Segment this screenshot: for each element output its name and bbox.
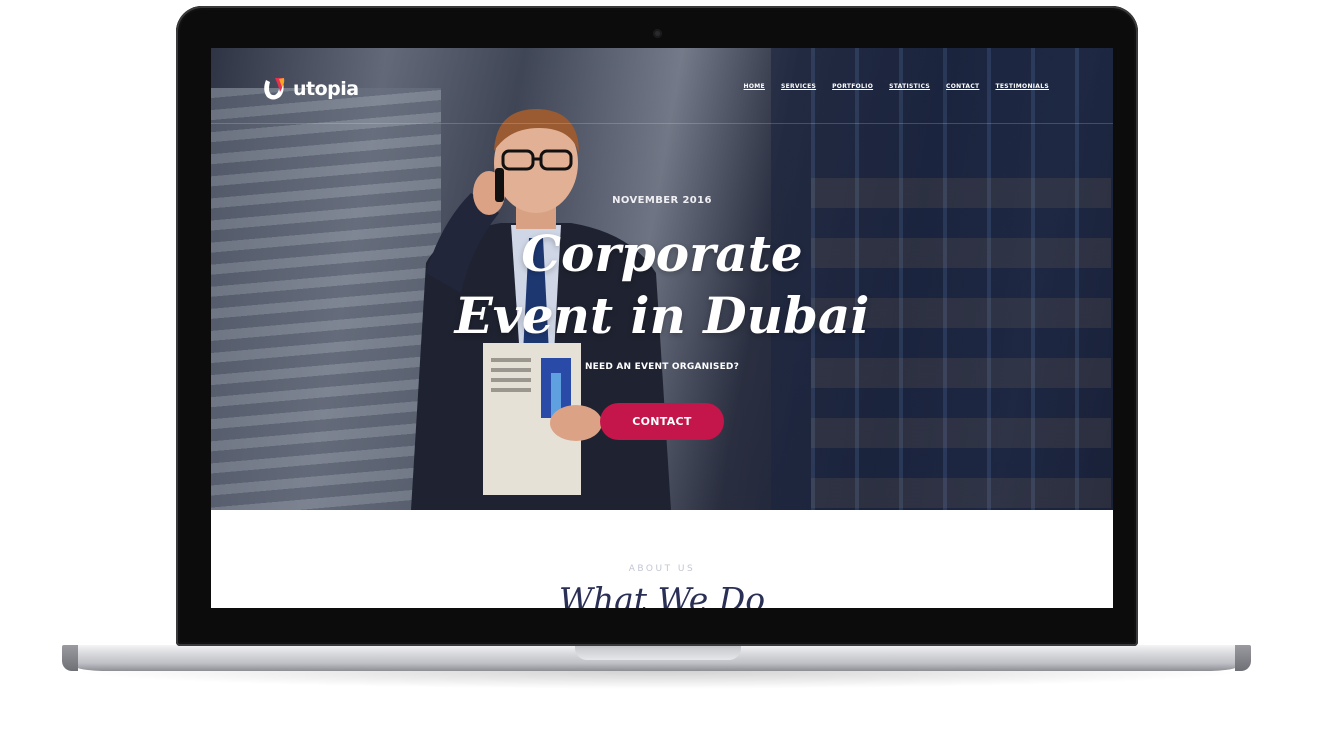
brand-logo[interactable]: utopia — [261, 76, 359, 102]
nav-statistics[interactable]: STATISTICS — [889, 83, 930, 90]
utopia-logo-mark-icon — [264, 78, 285, 100]
nav-contact[interactable]: CONTACT — [946, 83, 979, 90]
laptop-screen: utopia HOME SERVICES PORTFOLIO STATISTIC… — [211, 48, 1113, 608]
laptop-shadow — [70, 671, 1250, 689]
hero-title: Corporate Event in Dubai — [431, 223, 893, 347]
contact-button[interactable]: CONTACT — [600, 403, 724, 440]
top-navbar: utopia HOME SERVICES PORTFOLIO STATISTIC… — [211, 48, 1113, 124]
about-section: ABOUT US What We Do — [211, 510, 1113, 608]
nav-services[interactable]: SERVICES — [781, 83, 816, 90]
camera-icon — [653, 29, 662, 38]
hero-title-line-2: Event in Dubai — [454, 286, 870, 345]
nav-portfolio[interactable]: PORTFOLIO — [832, 83, 873, 90]
nav-testimonials[interactable]: TESTIMONIALS — [995, 83, 1049, 90]
laptop-base-edge-right — [1235, 645, 1251, 671]
brand-name: utopia — [293, 78, 359, 100]
hero-date: NOVEMBER 2016 — [612, 195, 712, 206]
about-title: What We Do — [558, 580, 766, 608]
about-label: ABOUT US — [628, 564, 696, 574]
laptop-base-edge-left — [62, 645, 78, 671]
hero-subtitle: NEED AN EVENT ORGANISED? — [584, 362, 740, 372]
main-nav: HOME SERVICES PORTFOLIO STATISTICS CONTA… — [744, 83, 1049, 90]
hero-section: utopia HOME SERVICES PORTFOLIO STATISTIC… — [211, 48, 1113, 510]
nav-home[interactable]: HOME — [744, 83, 765, 90]
laptop-notch — [575, 645, 741, 660]
hero-title-line-1: Corporate — [521, 224, 803, 283]
